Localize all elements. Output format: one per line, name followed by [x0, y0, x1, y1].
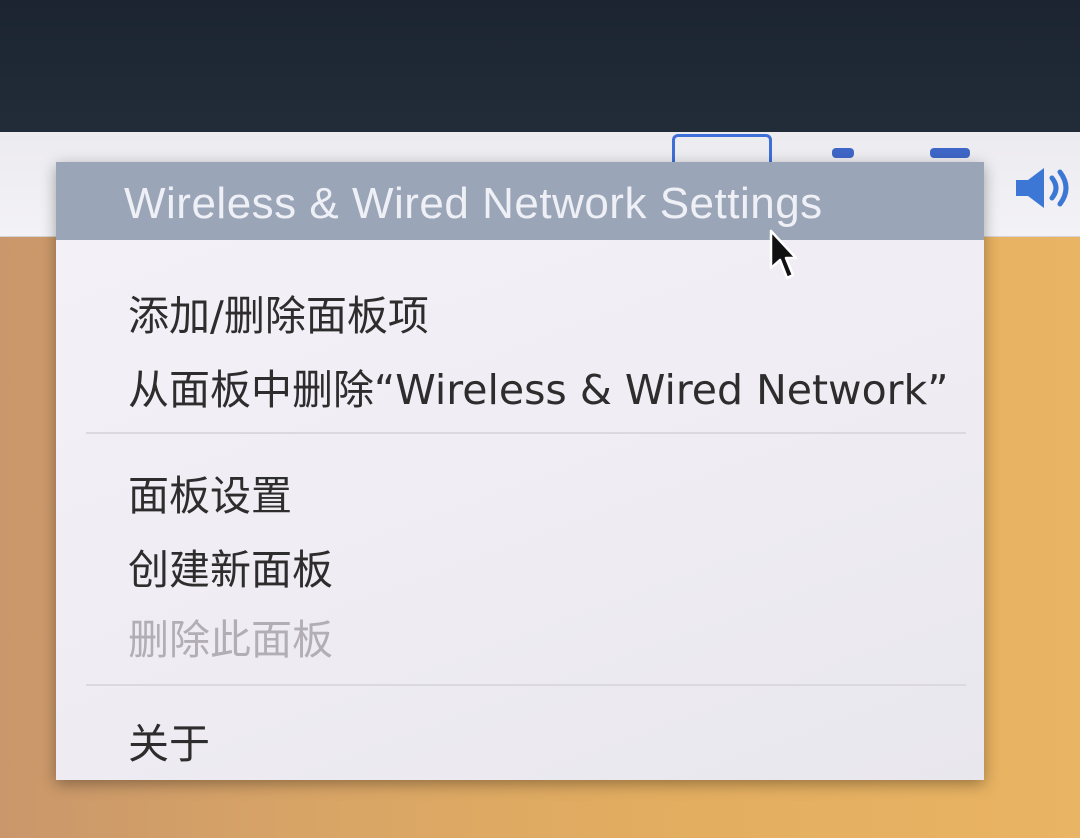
menu-item-create-new-panel[interactable]: 创建新面板 — [128, 544, 333, 596]
tray-status-icon[interactable] — [930, 148, 970, 158]
menu-separator — [86, 432, 966, 434]
monitor-bezel — [0, 0, 1080, 140]
menu-item-delete-panel: 删除此面板 — [128, 616, 333, 664]
menu-item-remove-from-panel[interactable]: 从面板中删除“Wireless & Wired Network” — [128, 364, 949, 416]
bluetooth-icon[interactable] — [832, 148, 854, 158]
menu-header-label: Wireless & Wired Network Settings — [124, 179, 823, 228]
menu-header[interactable]: Wireless & Wired Network Settings — [56, 162, 984, 240]
menu-item-add-remove-panel-items[interactable]: 添加/删除面板项 — [128, 290, 429, 342]
menu-item-about[interactable]: 关于 — [128, 718, 210, 770]
mouse-cursor-icon — [769, 229, 798, 280]
menu-separator — [86, 684, 966, 686]
volume-icon[interactable] — [1012, 164, 1076, 212]
menu-item-panel-settings[interactable]: 面板设置 — [128, 470, 292, 522]
context-menu: Wireless & Wired Network Settings 添加/删除面… — [56, 162, 984, 780]
network-icon[interactable] — [672, 134, 772, 164]
